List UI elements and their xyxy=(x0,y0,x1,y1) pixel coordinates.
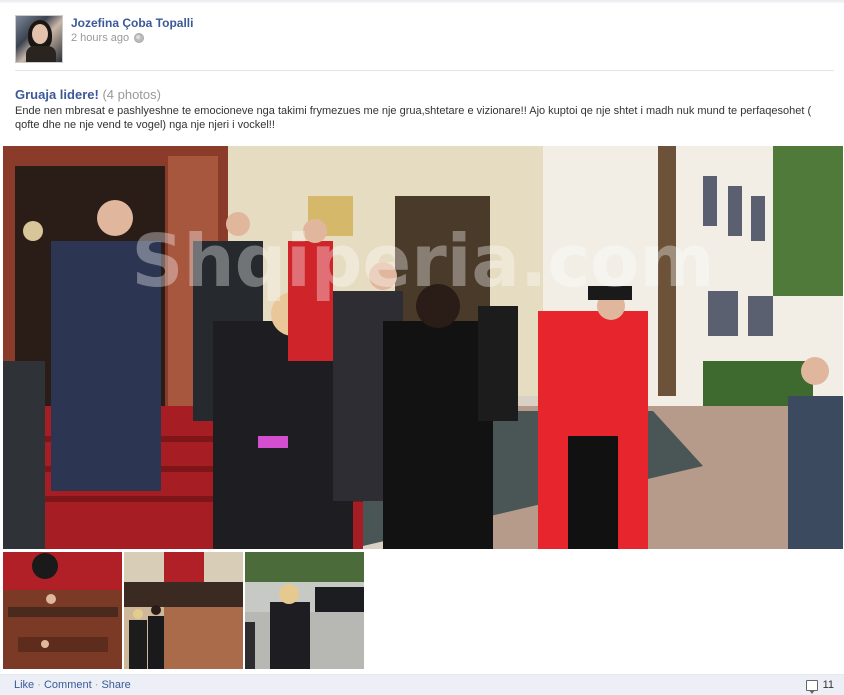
main-photo-image: Shqiperia.com xyxy=(3,146,843,549)
photo-thumbnail[interactable] xyxy=(3,552,122,669)
main-photo[interactable]: Shqiperia.com xyxy=(3,146,843,549)
header-divider xyxy=(15,70,834,71)
author-name-link[interactable]: Jozefina Çoba Topalli xyxy=(71,16,193,30)
separator: · xyxy=(34,679,44,691)
photo-watermark: Shqiperia.com xyxy=(132,219,715,303)
post-action-bar: Like · Comment · Share 11 xyxy=(0,674,844,695)
action-links: Like · Comment · Share xyxy=(14,679,131,691)
post-timestamp: 2 hours ago xyxy=(71,32,145,44)
share-link[interactable]: Share xyxy=(101,679,130,691)
globe-icon[interactable] xyxy=(134,33,145,43)
like-link[interactable]: Like xyxy=(14,679,34,691)
photo-thumbnail[interactable] xyxy=(124,552,243,669)
top-border xyxy=(0,0,844,3)
timestamp-link[interactable]: 2 hours ago xyxy=(71,32,129,44)
comment-icon xyxy=(805,679,818,694)
comment-count[interactable]: 11 xyxy=(805,679,834,694)
album-name-link[interactable]: Gruaja lidere! xyxy=(15,87,99,102)
album-photo-count: (4 photos) xyxy=(102,87,161,102)
author-avatar[interactable] xyxy=(15,15,63,63)
comment-link[interactable]: Comment xyxy=(44,679,92,691)
separator: · xyxy=(91,679,102,691)
comment-count-value: 11 xyxy=(822,679,834,691)
album-title: Gruaja lidere! (4 photos) xyxy=(15,87,161,102)
post-caption: Ende nen mbresat e pashlyeshne te emocio… xyxy=(15,105,812,131)
photo-thumbnail[interactable] xyxy=(245,552,364,669)
